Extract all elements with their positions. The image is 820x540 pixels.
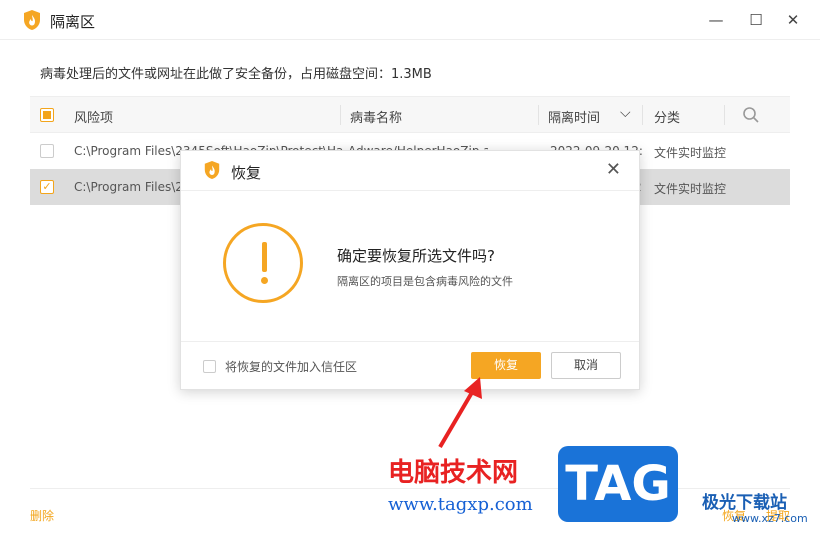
watermark-tag-logo: TAG: [558, 446, 678, 522]
backup-info-text: 病毒处理后的文件或网址在此做了安全备份，占用磁盘空间：1.3MB: [40, 67, 432, 82]
dialog-divider: [181, 341, 639, 342]
column-divider: [724, 105, 725, 125]
table-header: 风险项 病毒名称 隔离时间 ⌵ 分类: [30, 96, 790, 133]
window-title: 隔离区: [50, 13, 96, 31]
shield-flame-icon: [24, 10, 40, 30]
shield-flame-icon: [204, 161, 220, 179]
row-category: 文件实时监控: [654, 182, 727, 196]
cancel-button[interactable]: 取消: [551, 352, 621, 379]
trust-zone-checkbox[interactable]: [203, 360, 216, 373]
maximize-icon[interactable]: ☐: [744, 8, 768, 32]
delete-button[interactable]: 删除: [30, 507, 54, 524]
watermark-corner-url: www.xz7.com: [732, 512, 808, 525]
red-arrow-annotation: [438, 377, 482, 449]
row-checkbox[interactable]: ✓: [40, 180, 54, 194]
trust-zone-label[interactable]: 将恢复的文件加入信任区: [225, 358, 357, 375]
close-icon[interactable]: ✕: [781, 8, 805, 32]
row-category: 文件实时监控: [654, 146, 727, 160]
column-header-category[interactable]: 分类: [654, 107, 680, 126]
search-icon[interactable]: [742, 106, 760, 124]
restore-dialog: 恢复 ✕ 确定要恢复所选文件吗? 隔离区的项目是包含病毒风险的文件 将恢复的文件…: [180, 150, 640, 390]
column-header-risk[interactable]: 风险项: [74, 107, 113, 126]
minimize-icon[interactable]: —: [704, 8, 728, 32]
watermark-corner-name: 极光下载站: [702, 493, 787, 513]
column-header-virus[interactable]: 病毒名称: [350, 107, 402, 126]
watermark-site-name: 电脑技术网: [388, 458, 519, 488]
row-path: C:\Program Files\2: [74, 180, 183, 194]
dialog-sub-message: 隔离区的项目是包含病毒风险的文件: [337, 275, 513, 288]
quarantine-window: 隔离区 — ☐ ✕ 病毒处理后的文件或网址在此做了安全备份，占用磁盘空间：1.3…: [0, 0, 820, 540]
dialog-header: 恢复 ✕: [181, 151, 639, 191]
column-header-time[interactable]: 隔离时间: [548, 107, 600, 126]
dialog-message: 确定要恢复所选文件吗?: [337, 247, 495, 265]
watermark-url: www.tagxp.com: [388, 494, 533, 515]
dialog-title: 恢复: [231, 164, 262, 182]
column-divider: [642, 105, 643, 125]
chevron-down-icon[interactable]: ⌵: [620, 105, 631, 121]
title-bar: 隔离区 — ☐ ✕: [0, 0, 820, 40]
column-divider: [538, 105, 539, 125]
warning-icon: [223, 223, 303, 303]
column-divider: [340, 105, 341, 125]
select-all-checkbox[interactable]: [40, 108, 54, 122]
row-checkbox[interactable]: [40, 144, 54, 158]
close-icon[interactable]: ✕: [606, 159, 621, 180]
